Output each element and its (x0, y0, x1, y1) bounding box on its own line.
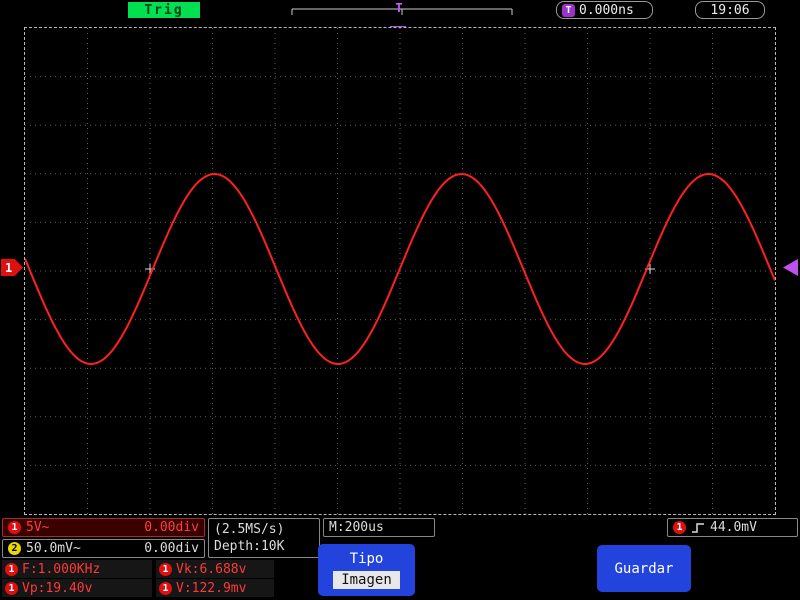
trigger-level-readout: 1 44.0mV (667, 518, 798, 537)
measurement-vk: 1 Vk:6.688v (156, 560, 274, 578)
channel1-badge: 1 (8, 521, 21, 534)
trigger-time-icon: T (562, 3, 575, 17)
trig-status-label: Trig (128, 2, 200, 18)
tipo-menu-button[interactable]: Tipo Imagen (318, 544, 415, 596)
measurement-badge: 1 (159, 581, 172, 595)
channel1-position: 0.00div (144, 520, 199, 535)
measurement-badge: 1 (159, 562, 172, 576)
trigger-time-value: 0.000ns (579, 2, 634, 18)
measurement-badge: 1 (5, 562, 18, 576)
timebase-readout: M:200us (323, 518, 435, 537)
waveform-display (24, 27, 776, 515)
measurement-badge: 1 (5, 581, 18, 595)
trigger-level-arrow[interactable] (783, 259, 798, 276)
channel1-ground-marker[interactable]: 1 (1, 259, 23, 276)
oscilloscope-screen: Trig T T T 0.000ns 19:06 1 1 5V~ 0.00div… (0, 0, 800, 600)
tipo-label: Tipo (349, 551, 384, 567)
channel2-scale: 50.0mV~ (26, 541, 81, 556)
measurement-vp: 1 Vp:19.40v (2, 579, 152, 597)
measurement-label: Vk:6.688v (176, 561, 247, 577)
trigger-level-value: 44.0mV (710, 520, 757, 535)
rising-edge-icon (692, 522, 704, 533)
memory-depth: Depth:10K (214, 539, 285, 554)
guardar-button[interactable]: Guardar (597, 545, 691, 592)
measurement-label: F:1.000KHz (22, 561, 101, 577)
acquisition-readout: (2.5MS/s) Depth:10K (208, 518, 320, 558)
waveform-canvas (24, 28, 776, 514)
channel1-scale: 5V~ (26, 520, 50, 535)
channel2-readout: 2 50.0mV~ 0.00div (2, 539, 205, 558)
sample-rate: (2.5MS/s) (214, 522, 285, 537)
trigger-ruler-t-marker[interactable]: T (392, 0, 406, 16)
channel2-position: 0.00div (144, 541, 199, 556)
measurement-frequency: 1 F:1.000KHz (2, 560, 152, 578)
tipo-selected-value: Imagen (333, 571, 400, 589)
channel1-readout: 1 5V~ 0.00div (2, 518, 205, 537)
trigger-time-readout: T 0.000ns (556, 1, 653, 19)
trigger-source-badge: 1 (673, 521, 686, 534)
channel2-badge: 2 (8, 542, 21, 555)
measurement-label: Vp:19.40v (22, 580, 93, 596)
measurement-v: 1 V:122.9mv (156, 579, 274, 597)
measurement-label: V:122.9mv (176, 580, 247, 596)
clock: 19:06 (695, 1, 765, 19)
